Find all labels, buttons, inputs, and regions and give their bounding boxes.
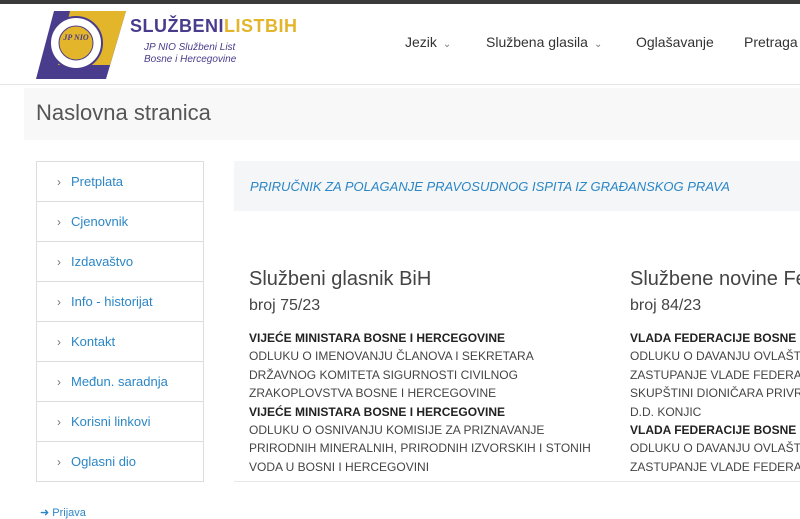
nav-item-label: Jezik [405,34,437,50]
entry-line[interactable]: D.D. KONJIC [630,403,800,422]
brand-title-part2: LIST [224,16,265,36]
nav-item-jezik[interactable]: Jezik ⌄ [405,34,451,50]
entry-authority: VLADA FEDERACIJE BOSNE [630,331,797,345]
chevron-down-icon: ⌄ [442,39,452,50]
sidebar-item-cjenovnik[interactable]: › Cjenovnik [37,202,203,242]
entry-authority: VIJEĆE MINISTARA BOSNE I HERCEGOVINE [249,404,506,419]
nav-item-label: Oglašavanje [636,34,714,50]
content-divider [234,481,800,482]
gazette-entries: VIJEĆE MINISTARA BOSNE I HERCEGOVINE ODL… [249,329,609,477]
arrow-right-icon: ➜ [40,507,53,519]
gazette-entries: VLADA FEDERACIJE BOSNE ODLUKU O DAVANJU … [630,329,800,477]
logo-emblem-icon: JP NIO [36,11,126,79]
nav-item-label: Službena glasila [486,34,588,50]
featured-banner: PRIRUČNIK ZA POLAGANJE PRAVOSUDNOG ISPIT… [234,161,800,211]
gazette-title[interactable]: Službene novine Fe [630,268,800,291]
featured-banner-link[interactable]: PRIRUČNIK ZA POLAGANJE PRAVOSUDNOG ISPIT… [250,179,730,194]
entry-line[interactable]: ODLUKU O IMENOVANJU ČLANOVA I SEKRETARA [249,347,609,366]
sidebar-menu: › Pretplata › Cjenovnik › Izdavaštvo › Info … [36,161,204,482]
entry-line[interactable]: ODLUKU O DAVANJU OVLAŠT [630,439,800,458]
gazette-column-bih: Službeni glasnik BiH broj 75/23 VIJEĆE M… [249,268,609,480]
sidebar-item-label: Izdavaštvo [71,254,134,269]
site-logo[interactable]: JP NIO [36,7,126,81]
logo-text: JP NIO [62,33,88,42]
sidebar-item-label: Korisni linkovi [71,414,151,429]
entry-line[interactable]: ZRAKOPLOVSTVA BOSNE I HERCEGOVINE [249,384,609,403]
page-title-bar: Naslovna stranica [24,88,800,140]
site-header: JP NIO SLUŽBENILISTBIH JP NIO Službeni L… [0,4,800,85]
sidebar-item-izdavastvo[interactable]: › Izdavaštvo [37,242,203,282]
page-title: Naslovna stranica [36,100,211,125]
login-link[interactable]: ➜ Prijava [40,506,86,519]
chevron-right-icon: › [57,374,61,389]
chevron-right-icon: › [57,454,61,469]
entry-authority: VIJEĆE MINISTARA BOSNE I HERCEGOVINE [249,331,506,345]
chevron-right-icon: › [57,334,61,349]
entry-line[interactable]: PRIRODNIH MINERALNIH, PRIRODNIH IZVORSKI… [249,439,609,458]
chevron-down-icon: ⌄ [593,39,603,50]
sidebar-item-kontakt[interactable]: › Kontakt [37,322,203,362]
entry-line[interactable]: VODA U BOSNI I HERCEGOVINI [249,458,609,477]
sidebar-item-label: Oglasni dio [71,454,137,469]
chevron-right-icon: › [57,214,61,229]
brand-subtitle-line2: Bosne i Hercegovine [144,54,237,65]
entry-line[interactable]: ZASTUPANJE VLADE FEDERAC [630,366,800,385]
chevron-right-icon: › [57,414,61,429]
nav-item-oglasavanje[interactable]: Oglašavanje [636,34,714,50]
chevron-right-icon: › [57,174,61,189]
chevron-right-icon: › [57,254,61,269]
nav-item-pretraga[interactable]: Pretraga [744,34,798,50]
sidebar-item-label: Cjenovnik [71,214,129,229]
sidebar-item-medun-saradnja[interactable]: › Međun. saradnja [37,362,203,402]
brand-title-part3: BIH [265,16,298,36]
brand-block: SLUŽBENILISTBIH JP NIO Službeni List Bos… [130,16,298,65]
sidebar-item-info-historijat[interactable]: › Info - historijat [37,282,203,322]
nav-item-label: Pretraga [744,34,798,50]
gazette-title[interactable]: Službeni glasnik BiH [249,268,609,291]
sidebar-item-label: Kontakt [71,334,116,349]
entry-line[interactable]: ZASTUPANJE VLADE FEDERAC [630,458,800,477]
gazette-issue[interactable]: broj 84/23 [630,297,800,315]
brand-title: SLUŽBENILISTBIH [130,16,298,37]
sidebar-item-oglasni-dio[interactable]: › Oglasni dio [37,442,203,482]
entry-line[interactable]: ODLUKU O DAVANJU OVLAŠT [630,347,800,366]
entry-line[interactable]: SKUPŠTINI DIONIČARA PRIVR [630,384,800,403]
brand-title-part1: SLUŽBENI [130,16,224,36]
sidebar-item-pretplata[interactable]: › Pretplata [37,162,203,202]
gazette-column-fbih: Službene novine Fe broj 84/23 VLADA FEDE… [630,268,800,480]
gazette-issue[interactable]: broj 75/23 [249,297,609,315]
brand-subtitle-line1: JP NIO Službeni List [144,42,236,53]
nav-item-sluzbena-glasila[interactable]: Službena glasila ⌄ [486,34,602,50]
sidebar-item-label: Međun. saradnja [71,374,168,389]
brand-subtitle: JP NIO Službeni List Bosne i Hercegovine [144,42,236,66]
sidebar-item-label: Pretplata [71,174,124,189]
login-link-label: Prijava [52,507,86,519]
entry-authority: VLADA FEDERACIJE BOSNE [630,423,797,438]
chevron-right-icon: › [57,294,61,309]
sidebar-item-label: Info - historijat [71,294,153,309]
entry-line[interactable]: DRŽAVNOG KOMITETA SIGURNOSTI CIVILNOG [249,366,609,385]
sidebar-item-korisni-linkovi[interactable]: › Korisni linkovi [37,402,203,442]
entry-line[interactable]: ODLUKU O OSNIVANJU KOMISIJE ZA PRIZNAVAN… [249,421,609,440]
